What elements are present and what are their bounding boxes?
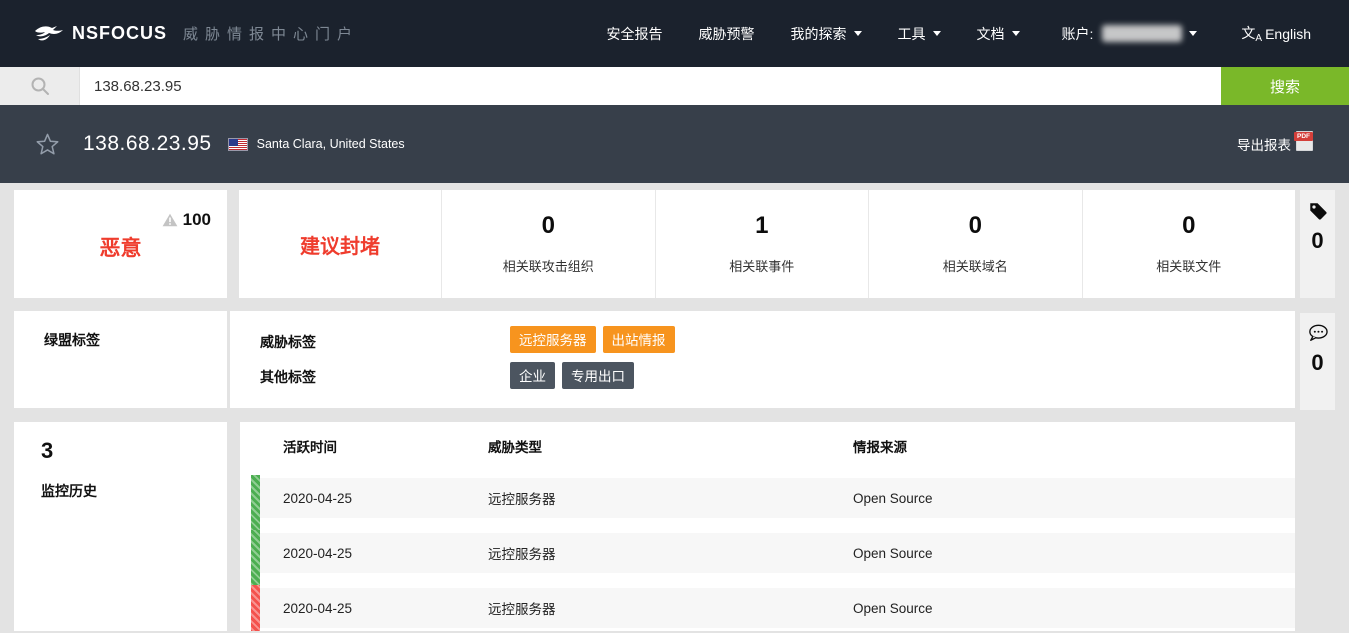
tag-icon [1308,190,1328,226]
export-report-label: 导出报表 [1237,134,1291,154]
other-tag[interactable]: 企业 [510,362,555,389]
cell-threat-type: 远控服务器 [488,598,853,618]
verdict-label: 恶意 [14,232,227,262]
column-header-threat-type: 威胁类型 [488,436,853,456]
chevron-down-icon [933,31,941,36]
cell-intel-source: Open Source [853,491,1295,506]
stat-value: 1 [656,212,869,240]
nav-tools[interactable]: 工具 [898,24,941,44]
search-icon-box [0,67,80,105]
warning-triangle-icon [162,213,178,227]
language-switch[interactable]: 文A English [1241,23,1311,44]
history-count: 3 [41,438,227,464]
history-row: 3 监控历史 活跃时间 威胁类型 情报来源 2020-04-25 远控服务器 O… [14,422,1295,631]
cell-intel-source: Open Source [853,601,1295,616]
rail-tag-count: 0 [1300,228,1335,254]
account-username-redacted [1102,25,1182,42]
account-label: 账户: [1062,24,1094,44]
nav-my-exploration[interactable]: 我的探索 [791,24,862,44]
threat-tags-group: 远控服务器 出站情报 [510,326,675,353]
cell-threat-type: 远控服务器 [488,488,853,508]
brand-logo[interactable]: NSFOCUS 威胁情报中心门户 [34,23,359,44]
language-label: English [1265,26,1311,42]
severity-bar-segment [251,530,260,585]
verdict-card: 100 恶意 [14,190,227,298]
stat-label: 相关联攻击组织 [442,256,655,275]
translate-icon: 文A [1241,23,1262,44]
column-header-active-time: 活跃时间 [258,436,488,456]
stat-attack-groups[interactable]: 0 相关联攻击组织 [441,190,655,298]
nsfocus-tags-title: 绿盟标签 [14,311,227,408]
stat-related-files[interactable]: 0 相关联文件 [1082,190,1296,298]
brand-name: NSFOCUS [72,23,167,44]
severity-bar-segment [251,475,260,530]
nav-threat-alert[interactable]: 威胁预警 [699,24,755,44]
history-summary-card: 3 监控历史 [14,422,227,631]
search-input[interactable] [80,67,1221,105]
stat-label: 相关联文件 [1083,256,1296,275]
geo-location: Santa Clara, United States [257,137,405,151]
export-report-button[interactable]: 导出报表 PDF [1237,134,1313,154]
history-table-card: 活跃时间 威胁类型 情报来源 2020-04-25 远控服务器 Open Sou… [240,422,1295,631]
stat-value: 0 [1083,212,1296,240]
rail-comment-count: 0 [1300,350,1335,376]
other-tag[interactable]: 专用出口 [562,362,634,389]
ip-header: 138.68.23.95 Santa Clara, United States … [0,105,1349,183]
history-table-body: 2020-04-25 远控服务器 Open Source 2020-04-25 … [258,478,1295,628]
threat-tag[interactable]: 出站情报 [603,326,675,353]
main-nav: 安全报告 威胁预警 我的探索 工具 文档 [607,24,1020,44]
other-tags-group: 企业 专用出口 [510,362,634,389]
comment-icon [1307,313,1329,348]
pdf-file-icon: PDF [1296,131,1313,151]
top-navbar: NSFOCUS 威胁情报中心门户 安全报告 威胁预警 我的探索 工具 文档 账户… [0,0,1349,67]
stat-value: 0 [442,212,655,240]
threat-tags-label: 威胁标签 [260,332,316,352]
recommendation-label: 建议封堵 [239,190,441,298]
risk-score: 100 [162,210,211,230]
threat-tag[interactable]: 远控服务器 [510,326,596,353]
search-button[interactable]: 搜索 [1221,67,1349,105]
search-icon [29,75,51,97]
rail-tags-shortcut[interactable]: 0 [1300,190,1335,298]
cell-active-time: 2020-04-25 [258,601,488,616]
nav-security-report[interactable]: 安全报告 [607,24,663,44]
cell-active-time: 2020-04-25 [258,491,488,506]
stat-related-domains[interactable]: 0 相关联域名 [868,190,1082,298]
severity-bar [251,475,260,631]
favorite-star-icon[interactable] [36,133,59,155]
column-header-intel-source: 情报来源 [853,436,1295,456]
history-table-header: 活跃时间 威胁类型 情报来源 [258,436,1295,456]
nsfocus-bird-icon [34,24,64,44]
stats-strip: 建议封堵 0 相关联攻击组织 1 相关联事件 0 相关联域名 0 相关联文件 [239,190,1295,298]
tags-card: 威胁标签 远控服务器 出站情报 其他标签 企业 专用出口 [230,311,1295,408]
cell-active-time: 2020-04-25 [258,546,488,561]
cell-threat-type: 远控服务器 [488,543,853,563]
flag-canton [229,139,238,146]
table-row: 2020-04-25 远控服务器 Open Source [258,533,1295,573]
account-menu[interactable]: 账户: [1062,24,1198,44]
severity-bar-segment [251,585,260,631]
us-flag-icon [228,138,248,151]
history-title: 监控历史 [41,481,227,501]
table-row: 2020-04-25 远控服务器 Open Source [258,478,1295,518]
other-tags-label: 其他标签 [260,367,316,387]
risk-score-value: 100 [183,210,211,230]
stat-label: 相关联域名 [869,256,1082,275]
stat-related-events[interactable]: 1 相关联事件 [655,190,869,298]
cell-intel-source: Open Source [853,546,1295,561]
page-title-ip: 138.68.23.95 [83,132,212,156]
chevron-down-icon [1189,31,1197,36]
chevron-down-icon [1012,31,1020,36]
chevron-down-icon [854,31,862,36]
search-bar: 搜索 [0,67,1349,105]
stat-label: 相关联事件 [656,256,869,275]
tags-row: 绿盟标签 威胁标签 远控服务器 出站情报 其他标签 企业 专用出口 [14,311,1295,408]
summary-row: 100 恶意 建议封堵 0 相关联攻击组织 1 相关联事件 0 相关联域名 0 … [14,190,1295,298]
table-row: 2020-04-25 远控服务器 Open Source [258,588,1295,628]
portal-title: 威胁情报中心门户 [183,23,359,44]
nav-docs[interactable]: 文档 [977,24,1020,44]
rail-comments-shortcut[interactable]: 0 [1300,313,1335,410]
stat-value: 0 [869,212,1082,240]
